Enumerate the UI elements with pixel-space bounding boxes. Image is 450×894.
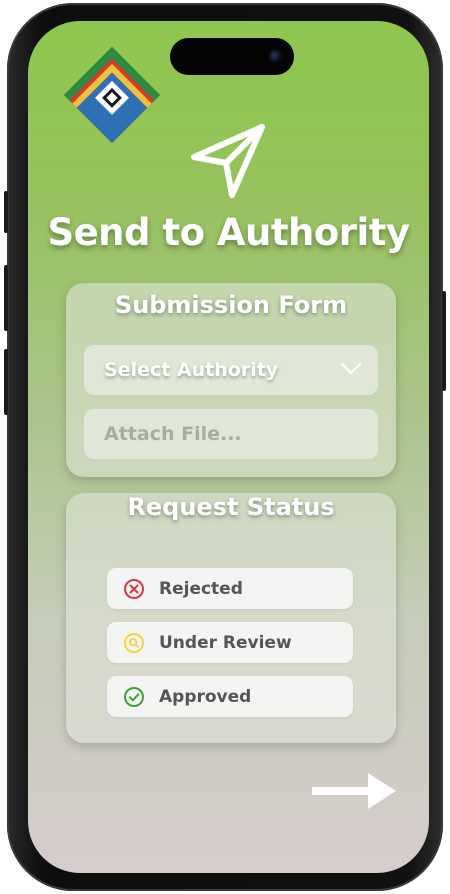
arrow-right-icon[interactable] [310,771,398,811]
dynamic-island [170,38,294,75]
select-authority-label: Select Authority [104,359,279,381]
status-rejected[interactable]: Rejected [107,568,353,609]
status-under-review-label: Under Review [159,632,292,653]
status-under-review[interactable]: Under Review [107,622,353,663]
submission-form-card: Submission Form Select Authority Attach … [66,283,396,477]
attach-file-placeholder: Attach File... [104,423,242,445]
select-authority-dropdown[interactable]: Select Authority [84,345,378,395]
volume-up-button [4,265,8,331]
status-approved[interactable]: Approved [107,676,353,717]
phone-frame: Send to Authority Submission Form Select… [4,3,446,891]
attach-file-field[interactable]: Attach File... [84,409,378,459]
action-button [4,191,8,233]
status-approved-label: Approved [159,686,252,707]
send-paper-plane-icon [191,124,265,198]
power-button [442,291,446,391]
x-circle-icon [124,578,144,599]
app-screen: Send to Authority Submission Form Select… [28,21,429,873]
chevron-down-icon [340,362,362,375]
status-rejected-label: Rejected [159,578,243,599]
page-title: Send to Authority [47,211,410,254]
app-logo [63,46,161,144]
submission-form-title: Submission Form [114,291,348,319]
search-circle-icon [124,632,144,653]
volume-down-button [4,349,8,415]
check-circle-icon [124,686,144,707]
request-status-card: Request Status Rejected Under Review App… [66,493,396,743]
request-status-title: Request Status [127,493,335,521]
camera-icon [269,50,282,63]
